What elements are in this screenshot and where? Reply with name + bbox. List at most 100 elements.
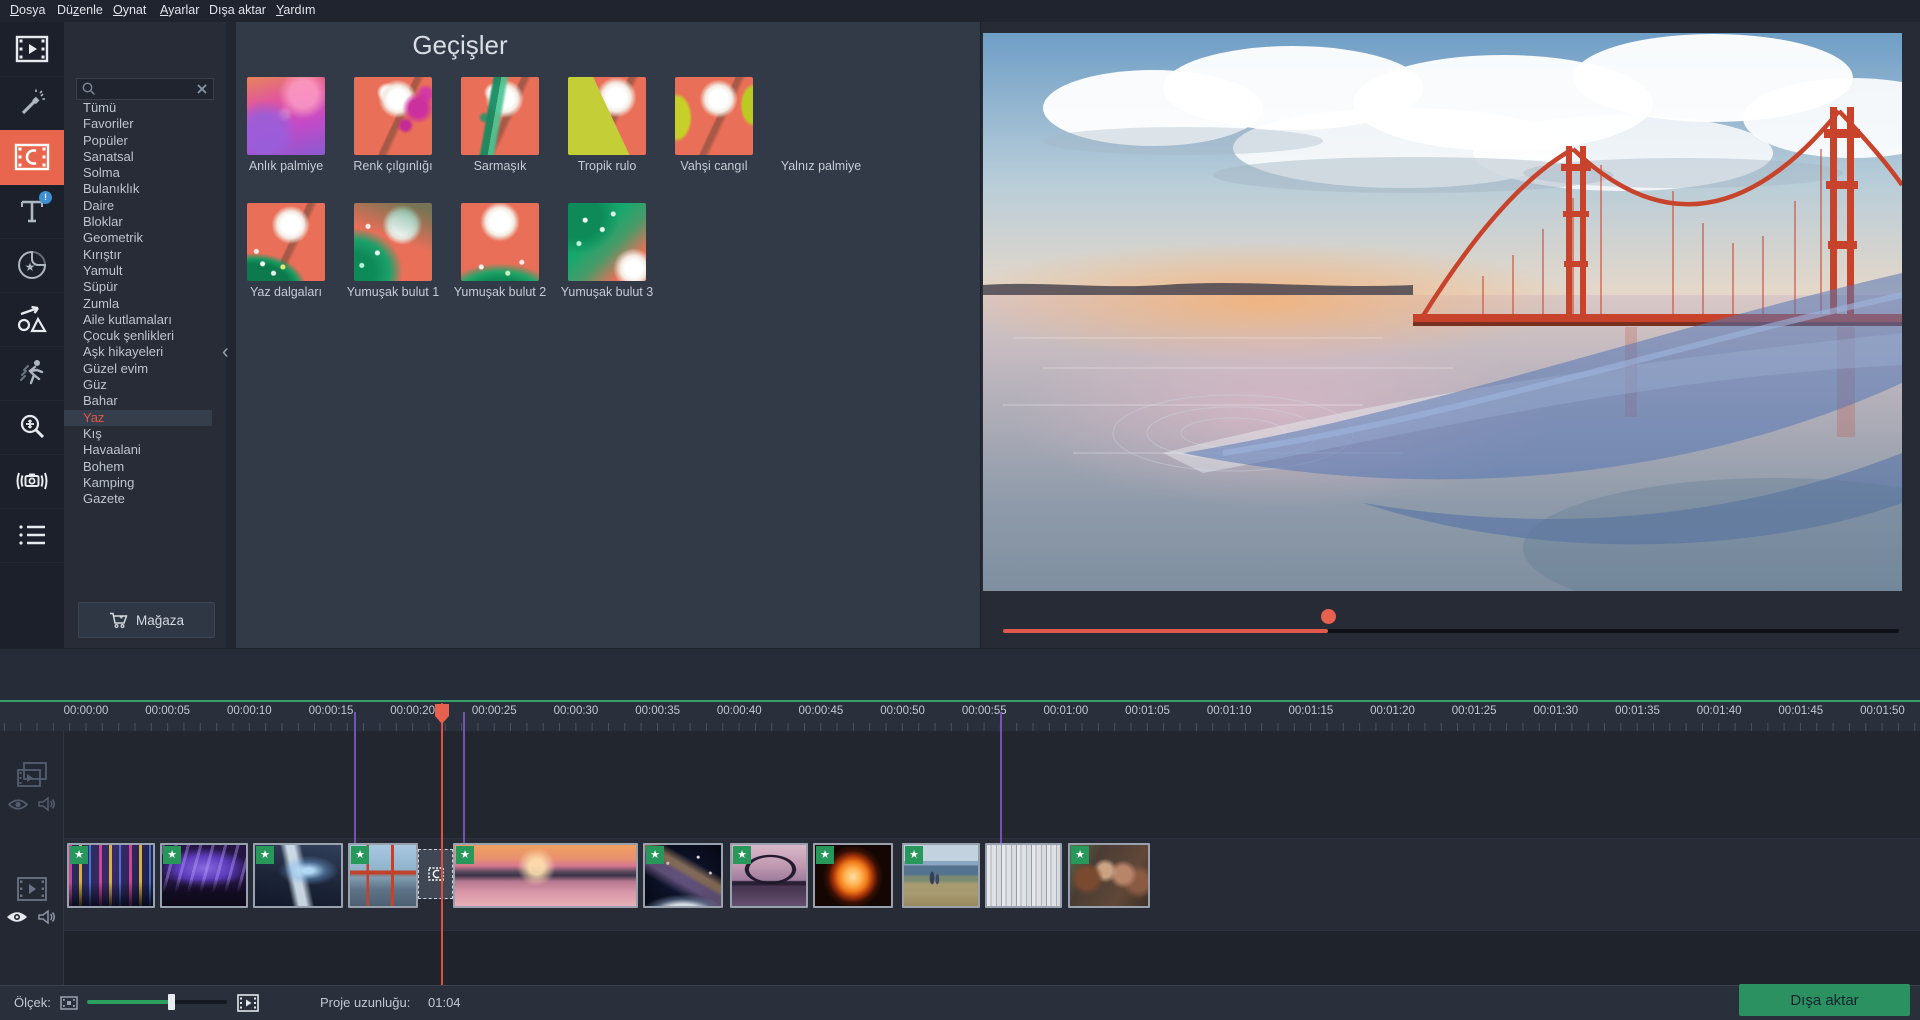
sidebar-filters[interactable] (0, 76, 64, 131)
category-item[interactable]: Geometrik (64, 230, 212, 246)
category-item[interactable]: Kamping (64, 475, 212, 491)
timeline-clip-sunset-lake[interactable]: ★ (453, 843, 638, 908)
transition-thumb-tropik-rulo[interactable] (568, 77, 646, 155)
menu-duzenle[interactable]: Düzenle (57, 3, 103, 17)
overlay-track-visibility-icon[interactable] (8, 798, 28, 811)
sidebar-titles[interactable]: ! (0, 184, 64, 239)
sidebar-callouts[interactable] (0, 292, 64, 347)
zoom-out-film-icon[interactable] (60, 996, 78, 1010)
export-button[interactable]: Dışa aktar (1739, 984, 1910, 1016)
timeline-clip-birch-forest[interactable] (985, 843, 1062, 908)
transition-card: Yumuşak bulut 3 (561, 203, 653, 299)
category-item[interactable]: Havaalani (64, 442, 212, 458)
video-track-mute-icon[interactable] (38, 909, 56, 925)
category-item[interactable]: Süpür (64, 279, 212, 295)
timeline-tracks: ★ ★ ★ ★ ★ ★ ★ ★ ★ ★ (0, 703, 1920, 985)
overlay-track-icon (17, 762, 47, 787)
category-item[interactable]: Bohem (64, 459, 212, 475)
timeline-clip-night-city[interactable]: ★ (67, 843, 155, 908)
search-icon (82, 82, 96, 96)
scale-slider-handle[interactable] (168, 994, 175, 1010)
transition-card: Yaz dalgaları (247, 203, 325, 299)
store-button[interactable]: Mağaza (78, 602, 215, 638)
category-item[interactable]: Kış (64, 426, 212, 442)
timeline-clip-hikers[interactable]: ★ (902, 843, 980, 908)
category-item[interactable]: Yamult (64, 263, 212, 279)
star-badge-icon: ★ (256, 846, 274, 864)
timeline-clip-selfie-group[interactable]: ★ (1068, 843, 1150, 908)
category-item[interactable]: Güzel evim (64, 361, 212, 377)
sidebar-stickers[interactable]: ★ (0, 238, 64, 293)
timeline-clip-fire-cave[interactable]: ★ (813, 843, 893, 908)
timeline-clip-milky-way[interactable]: ★ (643, 843, 723, 908)
magic-wand-icon (21, 89, 45, 115)
overlay-track-mute-icon[interactable] (38, 796, 56, 812)
timeline-clip-concert[interactable]: ★ (160, 843, 248, 908)
transition-slot[interactable] (418, 849, 453, 899)
transition-thumb-yumusak-bulut-3[interactable] (568, 203, 646, 281)
category-item[interactable]: Sanatsal (64, 149, 212, 165)
transition-thumb-yalniz-palmiye[interactable] (782, 77, 860, 155)
category-item[interactable]: Aile kutlamaları (64, 312, 212, 328)
timeline-clip-sydney-bridge[interactable]: ★ (730, 843, 808, 908)
transition-marker-line (354, 712, 356, 843)
scale-slider[interactable] (87, 994, 227, 1010)
menu-yardim[interactable]: Yardım (276, 3, 315, 17)
seek-bar[interactable] (1003, 629, 1899, 633)
menu-dosya[interactable]: Dosya (10, 3, 45, 17)
category-item[interactable]: Aşk hikayeleri (64, 344, 212, 360)
transition-thumb-yumusak-bulut-2[interactable] (461, 203, 539, 281)
overlay-track-lane[interactable] (0, 731, 1920, 838)
transition-thumb-yaz-dalgalari[interactable] (247, 203, 325, 281)
timeline-ruler[interactable]: 00:00:00 00:00:05 00:00:10 00:00:15 00:00:20… (0, 700, 1920, 731)
page-title: Geçişler (412, 30, 508, 60)
transition-thumb-renk-cilginligi[interactable] (354, 77, 432, 155)
transition-thumb-vahsi-cangil[interactable] (675, 77, 753, 155)
panel-collapse-bar[interactable] (226, 22, 236, 648)
category-item[interactable]: Bloklar (64, 214, 212, 230)
category-item-selected[interactable]: Yaz (64, 409, 212, 426)
category-item[interactable]: Kırıştır (64, 247, 212, 263)
ruler-labels: 00:00:00 00:00:05 00:00:10 00:00:15 00:00:20… (63, 705, 1905, 717)
category-item[interactable]: Favoriler (64, 116, 212, 132)
transition-thumb-sarmasik[interactable] (461, 77, 539, 155)
category-item[interactable]: Gazete (64, 491, 212, 507)
category-item[interactable]: Daire (64, 198, 212, 214)
menu-oynat[interactable]: Oynat (113, 3, 146, 17)
category-item[interactable]: Çocuk şenlikleri (64, 328, 212, 344)
transition-thumb-anlik-palmiye[interactable] (247, 77, 325, 155)
timeline-clip-light-trails[interactable]: ★ (253, 843, 343, 908)
transition-card: Sarmaşık (461, 77, 539, 173)
search-input[interactable] (97, 82, 194, 96)
menu-bar: Dosya Düzenle Oynat Ayarlar Dışa aktar Y… (0, 0, 1920, 23)
category-item[interactable]: Popüler (64, 133, 212, 149)
left-sidebar: ! ★ (0, 22, 64, 648)
playhead-marker[interactable] (434, 703, 450, 725)
menu-ayarlar[interactable]: Ayarlar (160, 3, 199, 17)
category-item[interactable]: Bulanıklık (64, 181, 212, 197)
menu-disa-aktar[interactable]: Dışa aktar (209, 3, 266, 17)
transition-thumb-yumusak-bulut-1[interactable] (354, 203, 432, 281)
playhead-line[interactable] (441, 703, 443, 985)
sidebar-transitions[interactable] (0, 130, 64, 185)
collapse-chevron-icon[interactable]: ‹ (222, 342, 229, 362)
store-button-label: Mağaza (135, 612, 185, 628)
clear-search-icon[interactable] (194, 81, 210, 97)
category-item[interactable]: Solma (64, 165, 212, 181)
video-preview (983, 33, 1902, 591)
sidebar-pan-zoom[interactable] (0, 400, 64, 455)
seek-handle[interactable] (1321, 609, 1336, 624)
timeline-clip-golden-gate[interactable]: ★ (348, 843, 418, 908)
category-item[interactable]: Zumla (64, 296, 212, 312)
zoom-in-film-icon[interactable] (237, 994, 259, 1012)
sidebar-more[interactable] (0, 508, 64, 563)
sidebar-capture[interactable] (0, 454, 64, 509)
video-track-visibility-icon[interactable] (6, 910, 28, 924)
category-item[interactable]: Güz (64, 377, 212, 393)
titles-notification-badge: ! (39, 191, 52, 204)
sidebar-animation[interactable] (0, 346, 64, 401)
category-item[interactable]: Bahar (64, 393, 212, 409)
category-item[interactable]: Tümü (64, 100, 212, 116)
sidebar-media-clips[interactable] (0, 22, 64, 77)
shapes-arrow-icon (17, 305, 47, 333)
